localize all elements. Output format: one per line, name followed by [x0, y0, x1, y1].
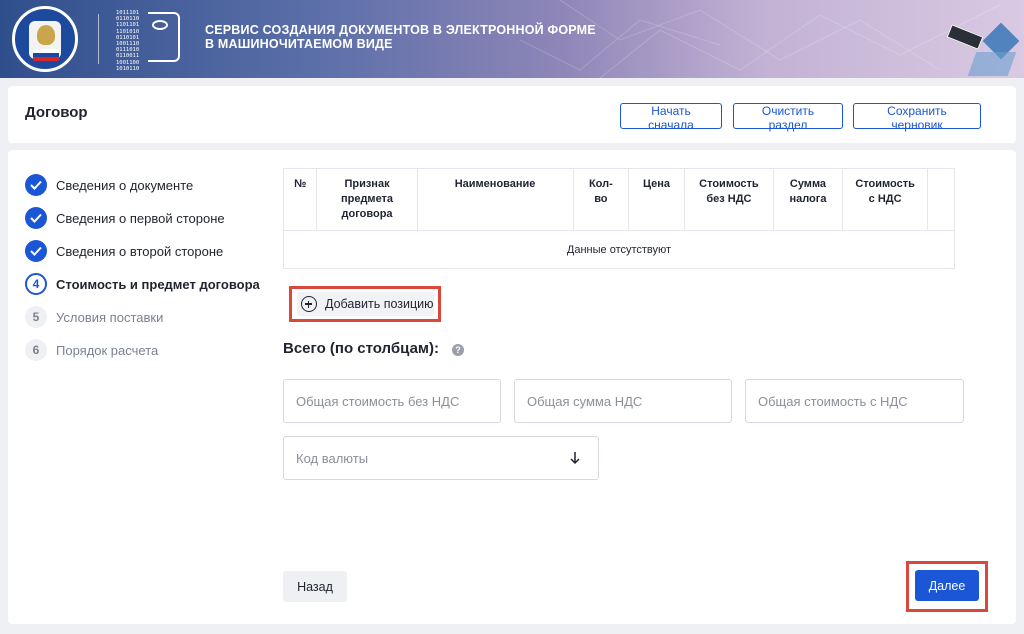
document-frame-icon — [148, 12, 180, 62]
service-title-line2: В МАШИНОЧИТАЕМОМ ВИДЕ — [205, 37, 393, 51]
col-subject-attribute: Признак предмета договора — [316, 168, 418, 231]
eye-icon — [152, 20, 168, 30]
currency-code-select[interactable]: Код валюты — [283, 436, 599, 480]
step-number: 4 — [25, 273, 47, 295]
col-price: Цена — [628, 168, 685, 231]
fns-emblem-logo — [12, 6, 78, 72]
step-first-party[interactable]: Сведения о первой стороне — [25, 207, 225, 229]
col-name: Наименование — [416, 168, 574, 231]
total-cost-with-vat-input[interactable] — [745, 379, 964, 423]
step-cost-and-subject[interactable]: 4 Стоимость и предмет договора — [25, 273, 260, 295]
clear-section-button[interactable]: Очистить раздел — [733, 103, 843, 132]
step-label: Сведения о документе — [56, 177, 194, 193]
header-banner: 1011101 0110110 1101101 1101010 0110101 … — [0, 0, 1024, 78]
save-draft-button[interactable]: Сохранить черновик — [853, 103, 981, 132]
header-divider — [98, 14, 99, 64]
step-label: Сведения о второй стороне — [56, 243, 224, 259]
col-cost-with-vat: Стоимость с НДС — [841, 168, 929, 231]
next-button-highlight: Далее — [906, 561, 988, 612]
check-icon — [25, 207, 47, 229]
page-title: Договор — [25, 104, 88, 121]
arrow-down-icon — [570, 452, 580, 465]
add-position-highlight: Добавить позицию — [289, 286, 441, 322]
step-payment-order[interactable]: 6 Порядок расчета — [25, 339, 158, 361]
restart-button[interactable]: Начать сначала — [620, 103, 722, 132]
total-vat-input[interactable] — [514, 379, 732, 423]
main-card: Сведения о документе Сведения о первой с… — [8, 150, 1016, 624]
totals-title: Всего (по столбцам): — [283, 340, 439, 357]
add-position-label: Добавить позицию — [325, 297, 434, 311]
table-empty-message: Данные отсутствуют — [283, 230, 955, 269]
positions-table: № Признак предмета договора Наименование… — [282, 168, 955, 269]
add-position-button[interactable]: Добавить позицию — [297, 292, 434, 316]
service-title-line1: СЕРВИС СОЗДАНИЯ ДОКУМЕНТОВ В ЭЛЕКТРОННОЙ… — [205, 23, 596, 37]
col-number: № — [282, 168, 318, 231]
step-delivery-terms[interactable]: 5 Условия поставки — [25, 306, 163, 328]
title-card: Договор Начать сначала Очистить раздел С… — [8, 86, 1016, 143]
table-row: Данные отсутствуют — [283, 230, 955, 269]
step-label: Порядок расчета — [56, 342, 159, 358]
next-button[interactable]: Далее — [915, 570, 979, 601]
plus-circle-icon — [301, 296, 317, 312]
step-label: Условия поставки — [56, 309, 164, 325]
total-cost-no-vat-input[interactable] — [283, 379, 501, 423]
col-cost-no-vat: Стоимость без НДС — [683, 168, 774, 231]
step-label: Стоимость и предмет договора — [56, 276, 260, 292]
table-header-row: № Признак предмета договора Наименование… — [282, 168, 955, 231]
step-document-info[interactable]: Сведения о документе — [25, 174, 193, 196]
step-number: 6 — [25, 339, 47, 361]
col-quantity: Кол-во — [572, 168, 630, 231]
col-actions — [927, 168, 955, 231]
step-second-party[interactable]: Сведения о второй стороне — [25, 240, 223, 262]
service-title: СЕРВИС СОЗДАНИЯ ДОКУМЕНТОВ В ЭЛЕКТРОННОЙ… — [205, 23, 596, 51]
col-tax-amount: Сумма налога — [772, 168, 844, 231]
check-icon — [25, 240, 47, 262]
back-button[interactable]: Назад — [283, 571, 347, 602]
step-number: 5 — [25, 306, 47, 328]
help-icon[interactable]: ? — [452, 344, 464, 356]
step-label: Сведения о первой стороне — [56, 210, 225, 226]
check-icon — [25, 174, 47, 196]
currency-code-placeholder: Код валюты — [296, 451, 369, 466]
